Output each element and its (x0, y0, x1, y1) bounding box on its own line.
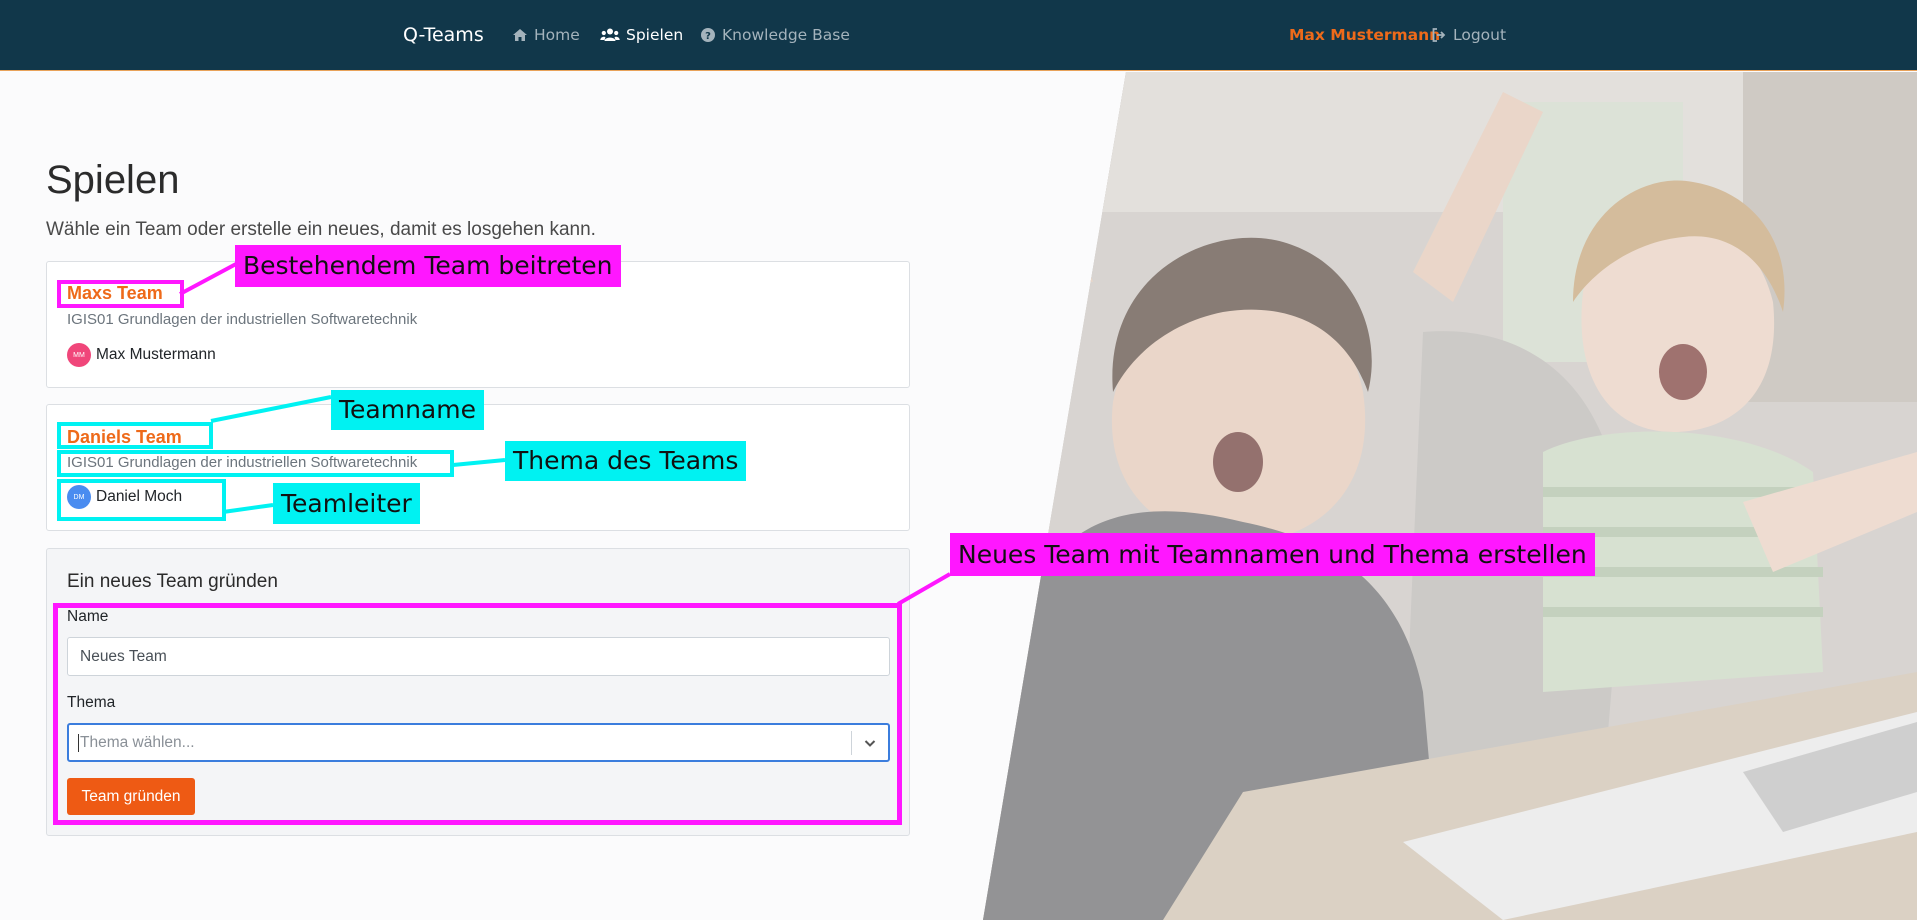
nav-home-link[interactable]: Home (512, 26, 580, 44)
user-name-link[interactable]: Max Mustermann (1289, 26, 1440, 44)
home-icon (513, 29, 527, 41)
annotation-team-topic: Thema des Teams (505, 441, 747, 481)
page-title: Spielen (46, 158, 180, 202)
team-topic: IGIS01 Grundlagen der industriellen Soft… (67, 311, 418, 328)
avatar: MM (67, 343, 91, 367)
annotation-join-existing: Bestehendem Team beitreten (235, 245, 621, 287)
highlight-team-topic (57, 450, 454, 477)
team-leader-name: Max Mustermann (96, 346, 216, 363)
highlight-team-name (57, 422, 213, 449)
nav-home-label: Home (534, 26, 580, 44)
users-icon (600, 28, 620, 41)
team-leader: MM Max Mustermann (67, 343, 216, 367)
hero-image (983, 72, 1917, 920)
highlight-new-team-form (53, 603, 902, 825)
brand-link[interactable]: Q-Teams (403, 24, 484, 46)
nav-knowledge-base-label: Knowledge Base (722, 26, 850, 44)
annotation-team-name: Teamname (331, 390, 484, 430)
question-circle-icon: ? (701, 28, 715, 42)
logout-label: Logout (1453, 26, 1507, 44)
svg-text:?: ? (705, 31, 711, 42)
nav-spielen-label: Spielen (626, 26, 684, 44)
nav-spielen-link[interactable]: Spielen (600, 26, 683, 44)
highlight-team-leader (57, 479, 226, 521)
nav-knowledge-base-link[interactable]: ? Knowledge Base (700, 26, 850, 44)
annotation-team-leader: Teamleiter (273, 483, 420, 524)
highlight-join-team (57, 280, 184, 308)
sign-out-icon (1432, 28, 1446, 42)
logout-link[interactable]: Logout (1431, 26, 1506, 44)
navbar: Q-Teams Home Spielen ? Knowledge Base Ma… (0, 0, 1917, 71)
page-lead-text: Wähle ein Team oder erstelle ein neues, … (46, 219, 596, 240)
new-team-heading: Ein neues Team gründen (67, 571, 278, 592)
annotation-create-new: Neues Team mit Teamnamen und Thema erste… (950, 533, 1595, 576)
